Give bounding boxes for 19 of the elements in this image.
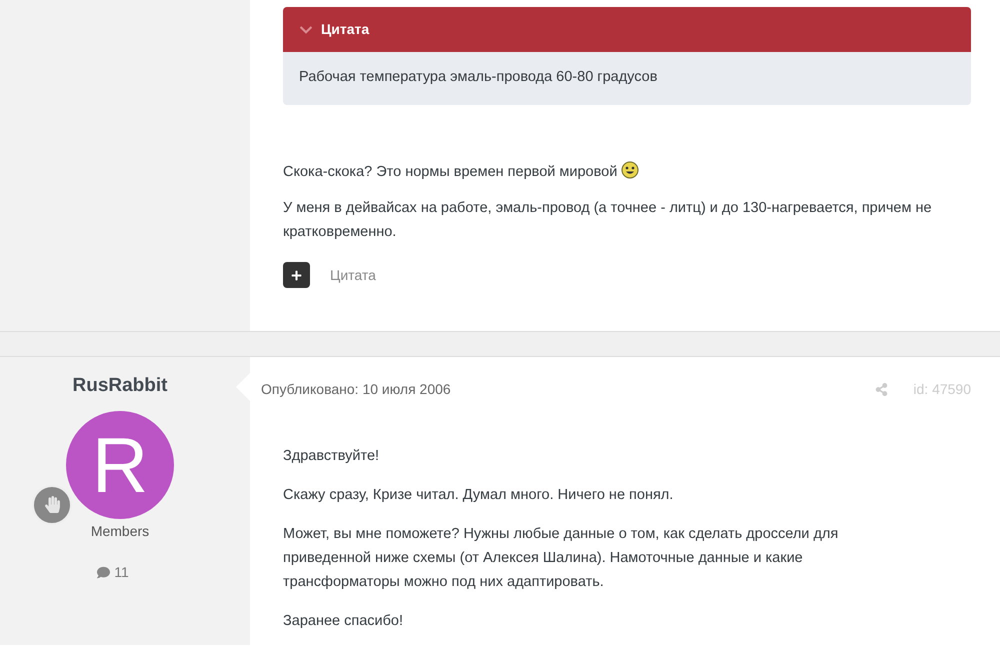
- avatar-initial: R: [92, 426, 148, 504]
- avatar[interactable]: R: [66, 410, 174, 518]
- comment-icon: [97, 566, 110, 578]
- quote-text: Рабочая температура эмаль-провода 60-80 градусов: [298, 68, 658, 87]
- post-text: Может, вы мне поможете? Нужны любые данные о том, как сделать дроссели для приведенной ниже схемы (от Алексея Шалина). Намоточные данные и какие трансформаторы можно под них адаптировать.: [283, 525, 840, 592]
- add-quote-button[interactable]: [283, 262, 310, 288]
- quote-title: Цитата: [321, 20, 370, 39]
- badge-icon: [32, 484, 72, 524]
- member-group: Members: [90, 520, 150, 542]
- plus-icon: [291, 270, 302, 280]
- post-text: Скока-скока? Это нормы времен первой мировой: [283, 160, 943, 184]
- post-count: 11: [114, 562, 129, 582]
- post-text: У меня в дейвайсах на работе, эмаль-провод (а точнее - литц) и до 130-нагревается, причем не кратковременно.: [283, 199, 933, 242]
- post-text: Заранее спасибо!: [283, 612, 404, 631]
- author-name[interactable]: RusRabbit: [72, 372, 168, 400]
- post-date: Опубликовано: 10 июля 2006: [261, 380, 452, 399]
- post-text: Здравствуйте!: [283, 447, 380, 466]
- quote-link[interactable]: Цитата: [330, 264, 376, 286]
- post-text: Скажу сразу, Кризе читал. Думал много. Ничего не понял.: [283, 486, 674, 505]
